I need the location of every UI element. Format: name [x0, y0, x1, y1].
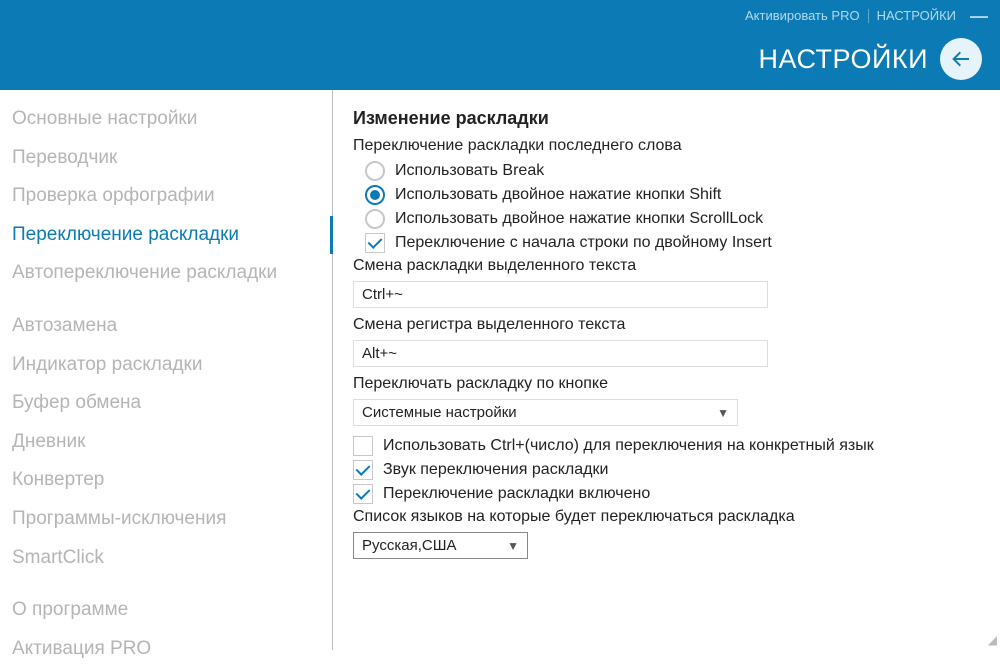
header: Активировать PRO НАСТРОЙКИ — НАСТРОЙКИ: [0, 0, 1000, 90]
checkbox-icon: [353, 460, 373, 480]
check-ctrl-num[interactable]: Использовать Ctrl+(число) для переключен…: [353, 436, 980, 456]
sidebar-item[interactable]: Основные настройки: [0, 100, 332, 139]
sidebar-item[interactable]: Автозамена: [0, 307, 332, 346]
radio-icon: [365, 209, 385, 229]
switch-button-select[interactable]: Системные настройки ▼: [353, 399, 738, 426]
sidebar-item[interactable]: Индикатор раскладки: [0, 346, 332, 385]
sidebar-item[interactable]: Автопереключение раскладки: [0, 254, 332, 293]
sidebar-item[interactable]: Дневник: [0, 423, 332, 462]
separator: [868, 9, 869, 23]
check-sound[interactable]: Звук переключения раскладки: [353, 460, 980, 480]
topbar: Активировать PRO НАСТРОЙКИ —: [745, 8, 988, 23]
radio-label: Использовать двойное нажатие кнопки Shif…: [395, 186, 721, 204]
checkbox-icon: [353, 436, 373, 456]
section-heading: Изменение раскладки: [353, 108, 980, 129]
sel-case-input[interactable]: Alt+~: [353, 340, 768, 367]
sidebar-item[interactable]: Конвертер: [0, 461, 332, 500]
chevron-down-icon: ▼: [717, 406, 729, 420]
sidebar-item[interactable]: SmartClick: [0, 539, 332, 578]
select-value: Русская,США: [362, 537, 456, 554]
sidebar-item[interactable]: Переключение раскладки: [0, 216, 333, 255]
radio-label: Использовать двойное нажатие кнопки Scro…: [395, 210, 763, 228]
lang-list-select[interactable]: Русская,США ▼: [353, 532, 528, 559]
radio-label: Использовать Break: [395, 162, 544, 180]
last-word-label: Переключение раскладки последнего слова: [353, 137, 980, 155]
check-enabled[interactable]: Переключение раскладки включено: [353, 484, 980, 504]
sidebar: Основные настройкиПереводчикПроверка орф…: [0, 90, 333, 650]
sidebar-item[interactable]: Активация PRO: [0, 630, 332, 668]
lang-list-label: Список языков на которые будет переключа…: [353, 508, 980, 526]
switch-button-label: Переключать раскладку по кнопке: [353, 375, 980, 393]
radio-use-break[interactable]: Использовать Break: [365, 161, 980, 181]
sidebar-item[interactable]: Буфер обмена: [0, 384, 332, 423]
sidebar-item[interactable]: О программе: [0, 591, 332, 630]
chevron-down-icon: ▼: [507, 539, 519, 553]
checkbox-icon: [353, 484, 373, 504]
back-button[interactable]: [940, 38, 982, 80]
content: Изменение раскладки Переключение расклад…: [333, 90, 1000, 650]
check-insert[interactable]: Переключение с начала строки по двойному…: [365, 233, 980, 253]
minimize-button[interactable]: —: [970, 12, 988, 20]
radio-icon: [365, 161, 385, 181]
sel-layout-input[interactable]: Ctrl+~: [353, 281, 768, 308]
sel-layout-label: Смена раскладки выделенного текста: [353, 257, 980, 275]
sidebar-item[interactable]: Проверка орфографии: [0, 177, 332, 216]
sel-case-label: Смена регистра выделенного текста: [353, 316, 980, 334]
checkbox-label: Звук переключения раскладки: [383, 461, 608, 479]
activate-pro-link[interactable]: Активировать PRO: [745, 8, 860, 23]
sidebar-item[interactable]: Программы-исключения: [0, 500, 332, 539]
checkbox-label: Переключение раскладки включено: [383, 485, 650, 503]
select-value: Системные настройки: [362, 404, 517, 421]
checkbox-icon: [365, 233, 385, 253]
settings-link[interactable]: НАСТРОЙКИ: [877, 8, 956, 23]
checkbox-label: Переключение с начала строки по двойному…: [395, 234, 772, 252]
radio-use-shift[interactable]: Использовать двойное нажатие кнопки Shif…: [365, 185, 980, 205]
page-title: НАСТРОЙКИ: [759, 44, 928, 75]
checkbox-label: Использовать Ctrl+(число) для переключен…: [383, 437, 874, 455]
radio-icon: [365, 185, 385, 205]
radio-use-scrolllock[interactable]: Использовать двойное нажатие кнопки Scro…: [365, 209, 980, 229]
title-row: НАСТРОЙКИ: [759, 38, 982, 80]
body: Основные настройкиПереводчикПроверка орф…: [0, 90, 1000, 650]
sidebar-item[interactable]: Переводчик: [0, 139, 332, 178]
arrow-left-icon: [949, 47, 973, 71]
